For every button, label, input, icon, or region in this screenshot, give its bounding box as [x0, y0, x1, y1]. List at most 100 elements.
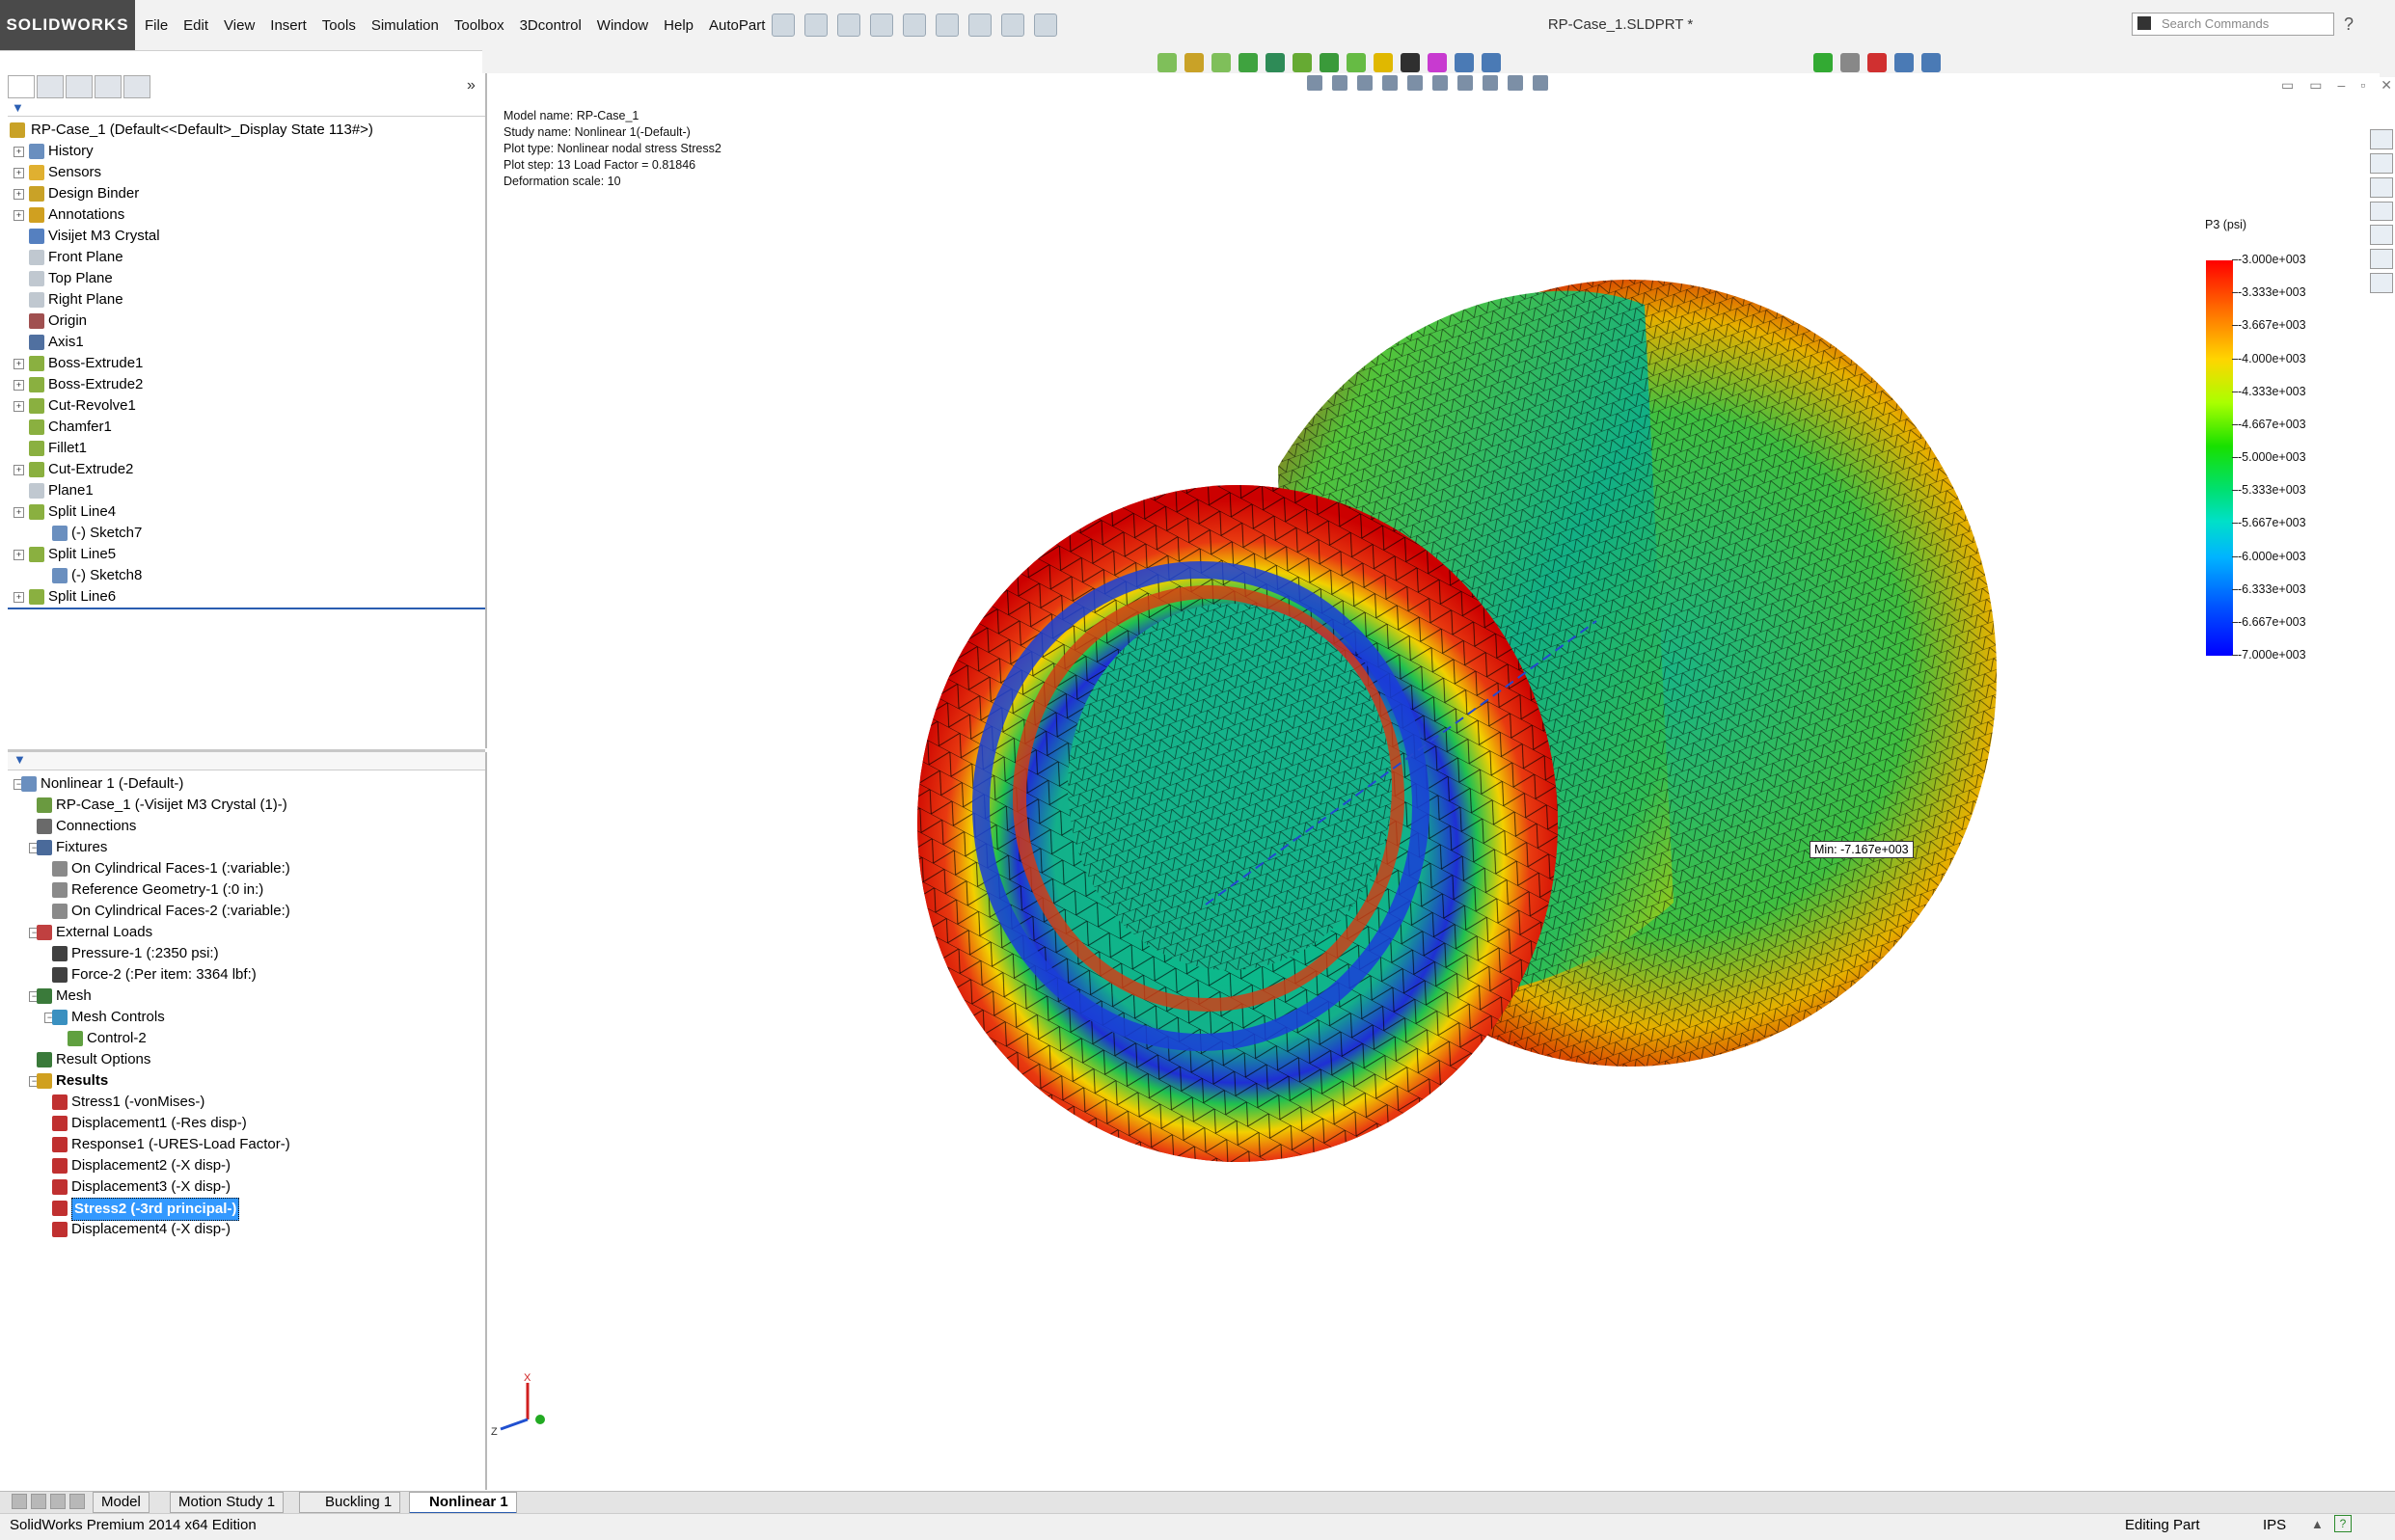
appearances-icon[interactable]	[2370, 249, 2393, 270]
feature-tree-item-label: Sensors	[48, 164, 102, 180]
expand-icon[interactable]: +	[14, 147, 24, 157]
save-icon[interactable]	[837, 14, 860, 37]
first-tab-icon[interactable]	[12, 1494, 27, 1509]
fixtures-icon[interactable]	[1184, 53, 1204, 72]
stop-icon[interactable]	[1840, 53, 1860, 72]
compare-icon[interactable]	[1374, 53, 1393, 72]
connections-icon[interactable]	[1266, 53, 1285, 72]
select-icon[interactable]	[936, 14, 959, 37]
new-document-icon[interactable]	[772, 14, 795, 37]
quick-tips-icon[interactable]: ?	[2334, 1515, 2352, 1532]
next-tab-icon[interactable]	[50, 1494, 66, 1509]
expand-icon[interactable]: +	[14, 592, 24, 603]
menu-tools[interactable]: Tools	[322, 17, 356, 34]
expand-icon[interactable]: +	[14, 189, 24, 200]
loads-icon[interactable]	[1211, 53, 1231, 72]
save-frame-icon[interactable]	[1894, 53, 1914, 72]
undo-icon[interactable]	[903, 14, 926, 37]
color-plot-icon[interactable]	[1428, 53, 1447, 72]
custom-properties-icon[interactable]	[2370, 273, 2393, 294]
report-icon[interactable]	[1455, 53, 1474, 72]
tab-scroll-arrows	[12, 1494, 85, 1509]
probe-icon[interactable]	[1347, 53, 1366, 72]
search-commands-input[interactable]: Search Commands	[2132, 13, 2334, 36]
sim-filter-icon[interactable]: ▼	[14, 752, 26, 767]
tab-motion-study-1[interactable]: Motion Study 1	[170, 1492, 285, 1513]
rebuild-icon[interactable]	[968, 14, 992, 37]
simulation-tree-item-label: Displacement3 (-X disp-)	[71, 1178, 231, 1195]
sketch-icon	[52, 568, 68, 583]
filter-icon[interactable]: ▼	[12, 100, 24, 115]
design-library-icon[interactable]	[2370, 152, 2393, 174]
simulation-filter[interactable]	[8, 752, 485, 770]
feature-tree-item-label: Chamfer1	[48, 419, 112, 435]
legend-tick-label: -3.667e+003	[2232, 318, 2306, 333]
study-icon[interactable]	[1157, 53, 1177, 72]
restore-icon[interactable]: ▫	[2360, 77, 2365, 94]
feature-filter[interactable]	[8, 100, 485, 117]
feature-manager-tab-icon[interactable]	[8, 75, 35, 98]
unit-system-button[interactable]: IPS	[2263, 1517, 2286, 1533]
splitline-icon	[29, 504, 44, 520]
search-tab-icon[interactable]	[2370, 201, 2393, 222]
close-icon[interactable]: ✕	[2381, 77, 2392, 94]
menu-3dcontrol[interactable]: 3Dcontrol	[520, 17, 582, 34]
file-explorer-icon[interactable]	[2370, 176, 2393, 198]
legend-tick-label: -4.667e+003	[2232, 417, 2306, 431]
solidworks-logo[interactable]: SOLIDWORKS	[0, 0, 135, 50]
settings-icon[interactable]	[1921, 53, 1941, 72]
feature-tree-item-label: Split Line4	[48, 503, 117, 520]
tab-model[interactable]: Model	[93, 1492, 150, 1513]
display-manager-tab-icon[interactable]	[123, 75, 150, 98]
rollback-bar[interactable]	[8, 608, 485, 609]
menu-view[interactable]: View	[224, 17, 255, 34]
previous-tab-icon[interactable]	[31, 1494, 46, 1509]
expand-icon[interactable]: +	[14, 465, 24, 475]
search-commands-icon[interactable]	[2137, 16, 2151, 30]
solidworks-resources-icon[interactable]	[2370, 129, 2393, 149]
displacement-plot-icon	[52, 1222, 68, 1237]
open-icon[interactable]	[804, 14, 828, 37]
expand-icon[interactable]: +	[14, 359, 24, 369]
results-icon[interactable]	[1320, 53, 1339, 72]
menu-insert[interactable]: Insert	[270, 17, 307, 34]
tab-nonlinear-1[interactable]: Nonlinear 1	[409, 1492, 517, 1514]
stress-plot-icon	[52, 1201, 68, 1216]
minimize-icon[interactable]: –	[2337, 77, 2345, 94]
configuration-manager-tab-icon[interactable]	[66, 75, 93, 98]
property-manager-tab-icon[interactable]	[37, 75, 64, 98]
expand-icon[interactable]: +	[14, 507, 24, 518]
print-icon[interactable]	[870, 14, 893, 37]
expand-icon[interactable]: +	[14, 168, 24, 178]
expand-panel-icon[interactable]: »	[467, 77, 476, 95]
dimxpert-tab-icon[interactable]	[95, 75, 122, 98]
expand-icon[interactable]: +	[14, 550, 24, 560]
record-icon[interactable]	[1867, 53, 1887, 72]
file-properties-icon[interactable]	[1001, 14, 1024, 37]
options-icon[interactable]	[1034, 14, 1057, 37]
help-icon[interactable]: ?	[2344, 14, 2354, 35]
part-icon	[37, 797, 52, 813]
unit-dropdown-icon[interactable]: ▲	[2311, 1517, 2324, 1531]
menu-window[interactable]: Window	[597, 17, 648, 34]
legend-color-bar	[2206, 260, 2233, 656]
view-palette-icon[interactable]	[2370, 225, 2393, 246]
deformed-icon[interactable]	[1401, 53, 1420, 72]
menu-autopart[interactable]: AutoPart	[709, 17, 765, 34]
play-icon[interactable]	[1813, 53, 1833, 72]
expand-icon[interactable]: +	[14, 401, 24, 412]
expand-icon[interactable]: +	[14, 210, 24, 221]
menu-simulation[interactable]: Simulation	[371, 17, 439, 34]
menu-file[interactable]: File	[145, 17, 168, 34]
last-tab-icon[interactable]	[69, 1494, 85, 1509]
expand-icon[interactable]: +	[14, 380, 24, 391]
menu-help[interactable]: Help	[664, 17, 694, 34]
design-check-icon[interactable]	[1482, 53, 1501, 72]
tab-buckling-1[interactable]: Buckling 1	[299, 1492, 401, 1513]
menu-edit[interactable]: Edit	[183, 17, 208, 34]
mesh-icon[interactable]	[1238, 53, 1258, 72]
stress-plot-model[interactable]	[487, 73, 2320, 1375]
run-icon[interactable]	[1293, 53, 1312, 72]
feature-tree-item-label: Right Plane	[48, 291, 123, 308]
menu-toolbox[interactable]: Toolbox	[454, 17, 504, 34]
